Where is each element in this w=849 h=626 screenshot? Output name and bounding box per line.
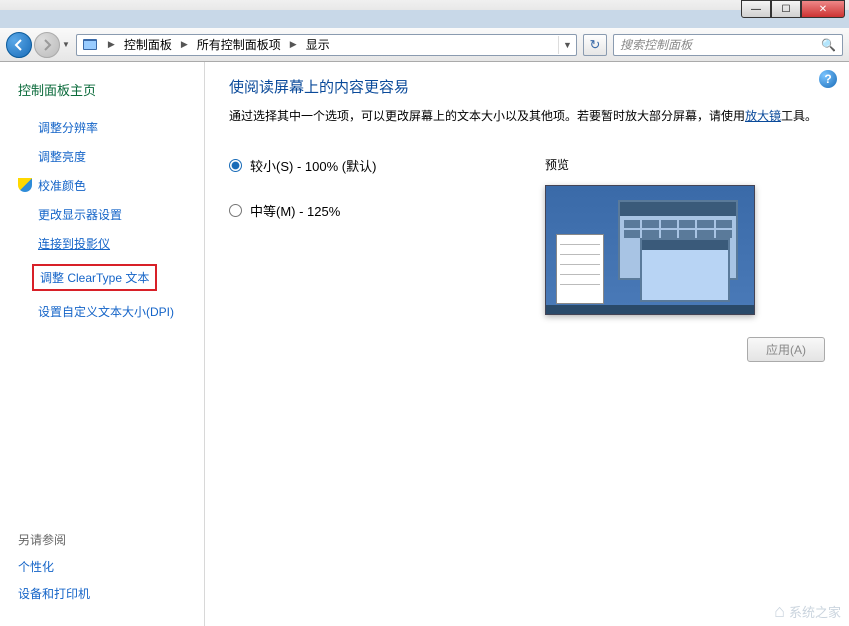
location-icon — [81, 36, 99, 54]
sidebar-link-projector[interactable]: 连接到投影仪 — [18, 235, 204, 252]
back-button[interactable] — [6, 32, 32, 58]
chevron-right-icon[interactable]: ▶ — [176, 39, 193, 50]
sidebar-link-dpi[interactable]: 设置自定义文本大小(DPI) — [18, 303, 204, 320]
close-button[interactable]: ✕ — [801, 0, 845, 18]
address-dropdown-icon[interactable]: ▼ — [558, 36, 576, 54]
refresh-button[interactable]: ↻ — [583, 34, 607, 56]
magnifier-link[interactable]: 放大镜 — [745, 109, 781, 123]
sidebar-link-resolution[interactable]: 调整分辨率 — [18, 119, 204, 136]
radio-smaller[interactable]: 较小(S) - 100% (默认) — [229, 156, 525, 175]
maximize-button[interactable]: ☐ — [771, 0, 801, 18]
watermark: ⌂ 系统之家 — [774, 601, 841, 622]
watermark-logo-icon: ⌂ — [774, 601, 785, 622]
preview-label: 预览 — [545, 156, 825, 173]
page-description: 通过选择其中一个选项，可以更改屏幕上的文本大小以及其他项。若要暂时放大部分屏幕，… — [229, 107, 825, 126]
sidebar-link-calibrate[interactable]: 校准颜色 — [18, 177, 204, 194]
breadcrumb: ▶ 控制面板 ▶ 所有控制面板项 ▶ 显示 — [103, 34, 558, 55]
breadcrumb-item[interactable]: 所有控制面板项 — [193, 34, 285, 55]
radio-medium[interactable]: 中等(M) - 125% — [229, 201, 525, 220]
minimize-button[interactable]: — — [741, 0, 771, 18]
see-also-section: 另请参阅 个性化 设备和打印机 — [18, 531, 90, 612]
breadcrumb-item[interactable]: 显示 — [302, 34, 334, 55]
preview-image — [545, 185, 755, 315]
address-bar[interactable]: ▶ 控制面板 ▶ 所有控制面板项 ▶ 显示 ▼ — [76, 34, 577, 56]
sidebar-link-display-settings[interactable]: 更改显示器设置 — [18, 206, 204, 223]
see-also-title: 另请参阅 — [18, 531, 90, 548]
forward-button[interactable] — [34, 32, 60, 58]
radio-medium-input[interactable] — [229, 204, 242, 217]
history-dropdown-icon[interactable]: ▼ — [62, 40, 70, 49]
search-icon: 🔍 — [821, 38, 836, 52]
see-also-devices[interactable]: 设备和打印机 — [18, 585, 90, 602]
breadcrumb-item[interactable]: 控制面板 — [120, 34, 176, 55]
content-area: ? 使阅读屏幕上的内容更容易 通过选择其中一个选项，可以更改屏幕上的文本大小以及… — [205, 62, 849, 626]
search-input[interactable]: 搜索控制面板 🔍 — [613, 34, 843, 56]
sidebar-link-brightness[interactable]: 调整亮度 — [18, 148, 204, 165]
search-placeholder: 搜索控制面板 — [620, 36, 821, 53]
chevron-right-icon[interactable]: ▶ — [103, 39, 120, 50]
apply-button[interactable]: 应用(A) — [747, 337, 825, 362]
see-also-personalization[interactable]: 个性化 — [18, 558, 90, 575]
page-title: 使阅读屏幕上的内容更容易 — [229, 76, 825, 97]
help-icon[interactable]: ? — [819, 70, 837, 88]
radio-smaller-input[interactable] — [229, 159, 242, 172]
titlebar — [0, 0, 849, 10]
sidebar-links: 调整分辨率 调整亮度 校准颜色 更改显示器设置 连接到投影仪 调整 ClearT… — [18, 119, 204, 320]
sidebar-link-cleartype[interactable]: 调整 ClearType 文本 — [18, 264, 204, 291]
chevron-right-icon[interactable]: ▶ — [285, 39, 302, 50]
control-panel-home-link[interactable]: 控制面板主页 — [18, 80, 204, 99]
navigation-bar: ▼ ▶ 控制面板 ▶ 所有控制面板项 ▶ 显示 ▼ ↻ 搜索控制面板 🔍 — [0, 28, 849, 62]
sidebar: 控制面板主页 调整分辨率 调整亮度 校准颜色 更改显示器设置 连接到投影仪 调整… — [0, 62, 205, 626]
